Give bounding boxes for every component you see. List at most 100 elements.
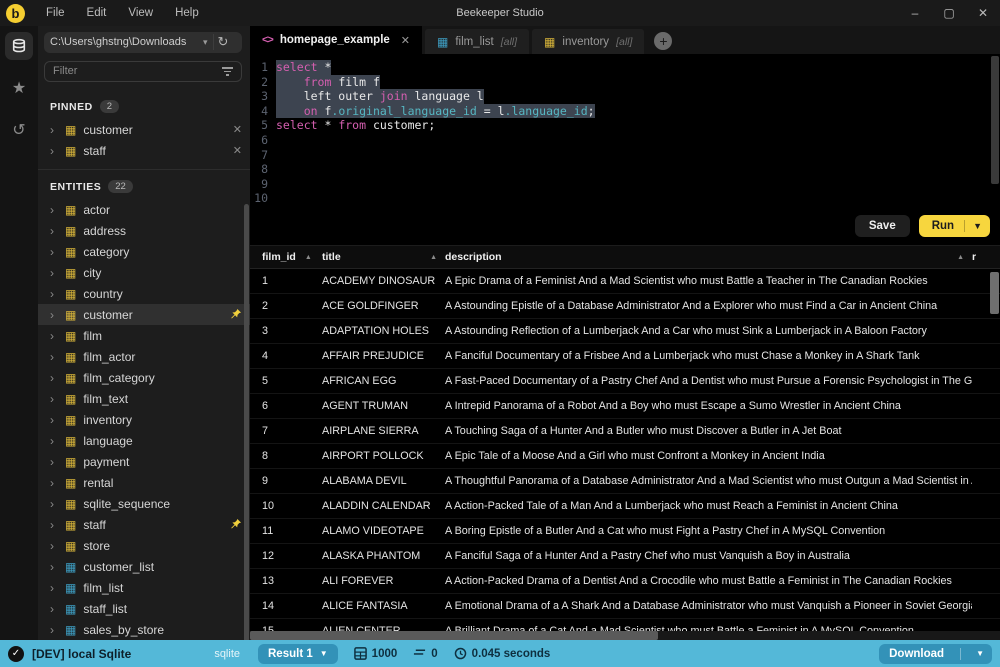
entity-item-sqlite_sequence[interactable]: ›▦sqlite_sequence <box>38 493 250 514</box>
table-row[interactable]: 10ALADDIN CALENDARA Action-Packed Tale o… <box>250 494 1000 519</box>
entity-item-film_text[interactable]: ›▦film_text <box>38 388 250 409</box>
table-row[interactable]: 13ALI FOREVERA Action-Packed Drama of a … <box>250 569 1000 594</box>
chevron-right-icon[interactable]: › <box>50 434 58 448</box>
new-tab-button[interactable]: + <box>654 32 672 50</box>
chevron-right-icon[interactable]: › <box>50 455 58 469</box>
table-row[interactable]: 4AFFAIR PREJUDICEA Fanciful Documentary … <box>250 344 1000 369</box>
entity-item-film[interactable]: ›▦film <box>38 325 250 346</box>
results-horizontal-scrollbar[interactable] <box>250 631 1000 640</box>
maximize-button[interactable]: ▢ <box>932 0 966 26</box>
chevron-right-icon[interactable]: › <box>50 560 58 574</box>
entity-item-inventory[interactable]: ›▦inventory <box>38 409 250 430</box>
table-row[interactable]: 12ALASKA PHANTOMA Fanciful Saga of a Hun… <box>250 544 1000 569</box>
chevron-right-icon[interactable]: › <box>50 350 58 364</box>
sort-ascending-icon[interactable]: ▲ <box>305 254 312 261</box>
sort-ascending-icon[interactable]: ▲ <box>957 254 964 261</box>
chevron-right-icon[interactable]: › <box>50 392 58 406</box>
column-header-title[interactable]: title ▲ <box>322 251 445 263</box>
sidebar-scrollbar[interactable] <box>244 204 249 640</box>
chevron-right-icon[interactable]: › <box>50 623 58 637</box>
tab-homepage-example[interactable]: <> homepage_example ✕ <box>250 26 422 54</box>
filter-icon[interactable] <box>222 67 233 76</box>
chevron-down-icon[interactable]: ▼ <box>968 649 992 658</box>
tab-inventory[interactable]: ▦ inventory [all] <box>532 29 644 54</box>
menu-file[interactable]: File <box>35 7 76 19</box>
entity-item-category[interactable]: ›▦category <box>38 241 250 262</box>
chevron-right-icon[interactable]: › <box>50 413 58 427</box>
table-row[interactable]: 9ALABAMA DEVILA Thoughtful Panorama of a… <box>250 469 1000 494</box>
pinned-item-staff[interactable]: ›▦staff✕ <box>38 140 250 161</box>
table-row[interactable]: 3ADAPTATION HOLESA Astounding Reflection… <box>250 319 1000 344</box>
chevron-right-icon[interactable]: › <box>50 539 58 553</box>
menu-view[interactable]: View <box>117 7 164 19</box>
table-row[interactable]: 5AFRICAN EGGA Fast-Paced Documentary of … <box>250 369 1000 394</box>
close-button[interactable]: ✕ <box>966 0 1000 26</box>
entity-item-payment[interactable]: ›▦payment <box>38 451 250 472</box>
run-dropdown-icon[interactable]: ▼ <box>965 221 990 231</box>
unpin-icon[interactable]: ✕ <box>233 144 242 157</box>
minimize-button[interactable]: – <box>898 0 932 26</box>
entity-item-film_list[interactable]: ›▦film_list <box>38 577 250 598</box>
entity-item-actor[interactable]: ›▦actor <box>38 199 250 220</box>
chevron-right-icon[interactable]: › <box>50 266 58 280</box>
chevron-right-icon[interactable]: › <box>50 224 58 238</box>
chevron-right-icon[interactable]: › <box>50 287 58 301</box>
chevron-right-icon[interactable]: › <box>50 308 58 322</box>
column-header-partial[interactable]: r <box>972 251 1000 263</box>
entity-item-language[interactable]: ›▦language <box>38 430 250 451</box>
entity-item-city[interactable]: ›▦city <box>38 262 250 283</box>
chevron-right-icon[interactable]: › <box>50 371 58 385</box>
entity-item-film_category[interactable]: ›▦film_category <box>38 367 250 388</box>
save-button[interactable]: Save <box>855 215 910 237</box>
chevron-right-icon[interactable]: › <box>50 329 58 343</box>
sql-editor[interactable]: 1select *2 from film f3 left outer join … <box>250 54 1000 246</box>
database-panel-icon[interactable] <box>5 32 33 60</box>
chevron-right-icon[interactable]: › <box>50 123 58 137</box>
tab-film-list[interactable]: ▦ film_list [all] <box>425 29 529 54</box>
table-row[interactable]: 11ALAMO VIDEOTAPEA Boring Epistle of a B… <box>250 519 1000 544</box>
scrollbar-thumb[interactable] <box>250 631 658 640</box>
entity-item-sales_by_store[interactable]: ›▦sales_by_store <box>38 619 250 640</box>
chevron-right-icon[interactable]: › <box>50 144 58 158</box>
entity-item-rental[interactable]: ›▦rental <box>38 472 250 493</box>
editor-scrollbar[interactable] <box>991 56 999 184</box>
entity-item-address[interactable]: ›▦address <box>38 220 250 241</box>
entity-item-customer_list[interactable]: ›▦customer_list <box>38 556 250 577</box>
pinned-section-header[interactable]: PINNED 2 <box>38 90 250 119</box>
chevron-right-icon[interactable]: › <box>50 203 58 217</box>
menu-edit[interactable]: Edit <box>76 7 118 19</box>
chevron-right-icon[interactable]: › <box>50 245 58 259</box>
table-row[interactable]: 7AIRPLANE SIERRAA Touching Saga of a Hun… <box>250 419 1000 444</box>
column-header-description[interactable]: description ▲ <box>445 251 972 263</box>
chevron-right-icon[interactable]: › <box>50 476 58 490</box>
result-selector[interactable]: Result 1 ▼ <box>258 644 338 664</box>
table-row[interactable]: 8AIRPORT POLLOCKA Epic Tale of a Moose A… <box>250 444 1000 469</box>
results-vertical-scrollbar[interactable] <box>990 272 999 314</box>
chevron-right-icon[interactable]: › <box>50 518 58 532</box>
unpin-icon[interactable]: ✕ <box>233 123 242 136</box>
chevron-right-icon[interactable]: › <box>50 497 58 511</box>
entity-item-store[interactable]: ›▦store <box>38 535 250 556</box>
sort-ascending-icon[interactable]: ▲ <box>430 254 437 261</box>
download-button[interactable]: Download ▼ <box>879 644 992 664</box>
close-tab-icon[interactable]: ✕ <box>401 34 410 47</box>
favorites-icon[interactable]: ★ <box>5 74 33 102</box>
pinned-item-customer[interactable]: ›▦customer✕ <box>38 119 250 140</box>
run-button[interactable]: Run ▼ <box>919 215 990 237</box>
pin-icon[interactable] <box>229 308 242 321</box>
column-header-film-id[interactable]: film_id ▲ <box>262 251 322 263</box>
refresh-icon[interactable]: ↻ <box>213 34 229 50</box>
entity-item-staff_list[interactable]: ›▦staff_list <box>38 598 250 619</box>
table-row[interactable]: 2ACE GOLDFINGERA Astounding Epistle of a… <box>250 294 1000 319</box>
table-row[interactable]: 1ACADEMY DINOSAURA Epic Drama of a Femin… <box>250 269 1000 294</box>
entities-section-header[interactable]: ENTITIES 22 <box>38 170 250 199</box>
entity-item-staff[interactable]: ›▦staff <box>38 514 250 535</box>
pin-icon[interactable] <box>229 518 242 531</box>
entity-item-country[interactable]: ›▦country <box>38 283 250 304</box>
filter-input[interactable] <box>53 65 222 77</box>
entity-item-film_actor[interactable]: ›▦film_actor <box>38 346 250 367</box>
chevron-right-icon[interactable]: › <box>50 602 58 616</box>
menu-help[interactable]: Help <box>164 7 210 19</box>
connection-dropdown[interactable]: C:\Users\ghstng\Downloads ▾ ↻ <box>44 32 242 53</box>
entity-item-customer[interactable]: ›▦customer <box>38 304 250 325</box>
